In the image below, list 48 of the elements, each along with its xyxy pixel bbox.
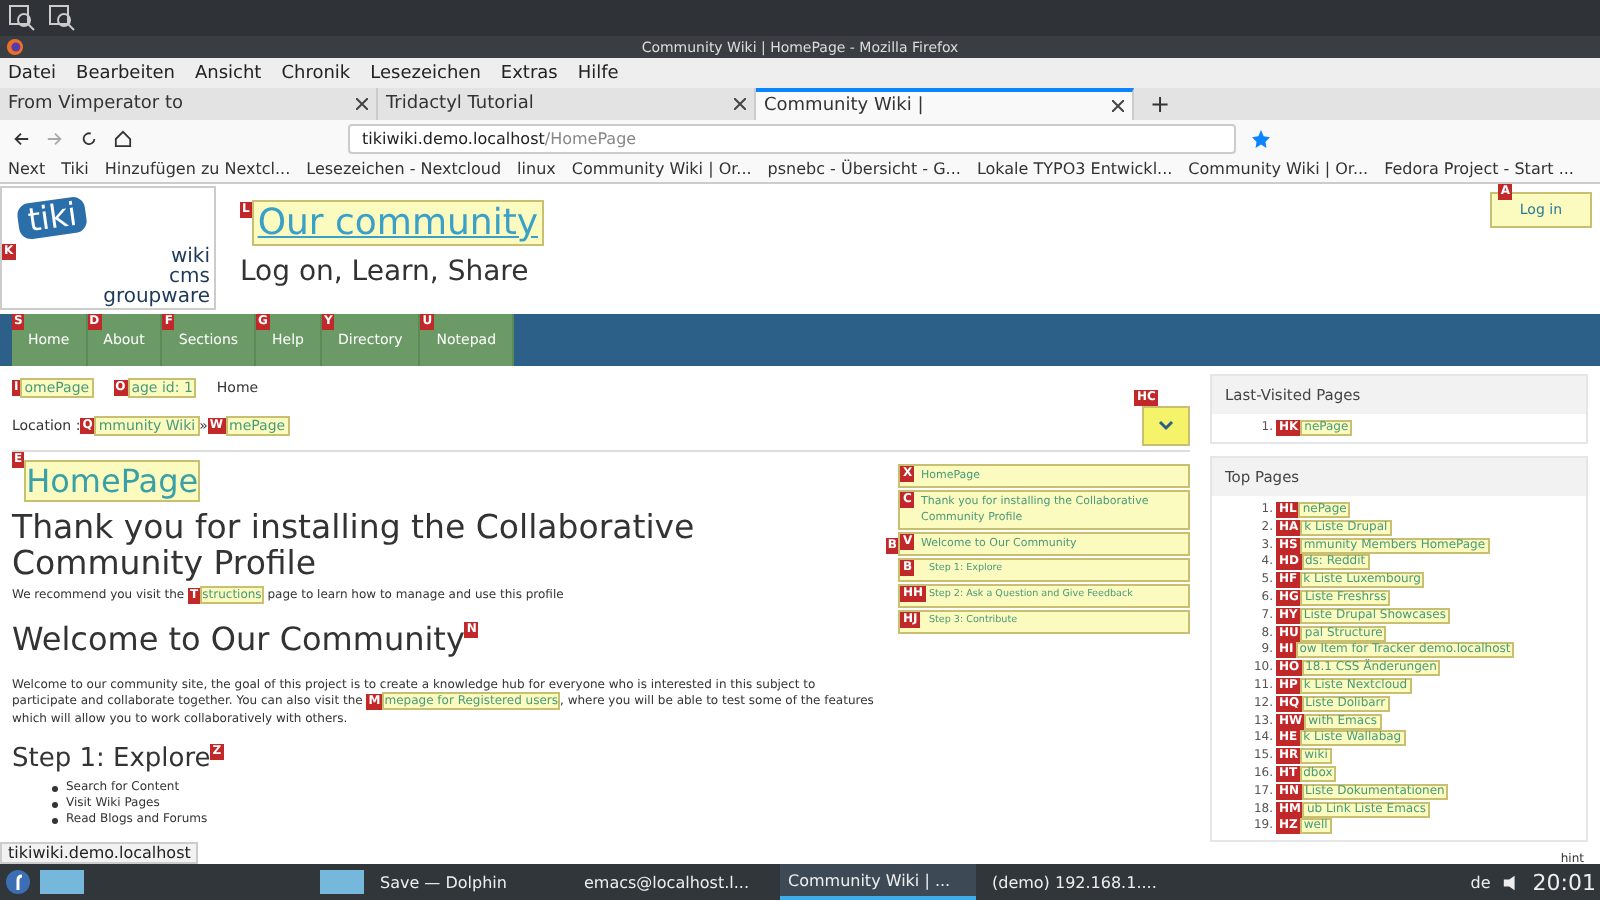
heading: Welcome to Our Community bbox=[12, 619, 465, 657]
volume-icon[interactable] bbox=[1502, 873, 1521, 891]
menu-item[interactable]: Chronik bbox=[281, 63, 351, 83]
bullet-icon bbox=[52, 785, 58, 791]
site-slogan: Log on, Learn, Share bbox=[240, 256, 531, 288]
zoom-icon[interactable] bbox=[8, 4, 36, 32]
taskbar-task[interactable]: Community Wiki | ... bbox=[780, 864, 976, 900]
taskbar-task[interactable]: (demo) 192.168.1.... bbox=[984, 866, 1180, 898]
menu-item[interactable]: Datei bbox=[8, 63, 57, 83]
start-menu-icon[interactable] bbox=[4, 868, 32, 896]
address-field[interactable]: tikiwiki.demo.localhost/HomePage bbox=[348, 123, 1236, 153]
bookmark-item[interactable]: linux bbox=[517, 160, 556, 178]
bookmark-item[interactable]: Lokale TYPO3 Entwickl... bbox=[976, 160, 1173, 178]
clock: 20:01 bbox=[1532, 869, 1596, 895]
bookmark-item[interactable]: Hinzufügen zu Nextcl... bbox=[104, 160, 291, 178]
bullet-icon bbox=[52, 817, 58, 823]
close-icon[interactable] bbox=[734, 98, 746, 110]
chevron-down-icon bbox=[1158, 420, 1175, 432]
status-url: tikiwiki.demo.localhost bbox=[0, 842, 199, 864]
menu-item[interactable]: Hilfe bbox=[577, 63, 619, 83]
zoom-icon[interactable] bbox=[48, 4, 76, 32]
new-tab-button[interactable]: + bbox=[1134, 88, 1187, 120]
reload-icon[interactable] bbox=[80, 129, 98, 147]
close-icon[interactable] bbox=[1112, 100, 1124, 112]
heading: Thank you for installing the Collaborative Community Profile bbox=[12, 510, 697, 582]
close-icon[interactable] bbox=[356, 98, 368, 110]
menu-item[interactable]: Ansicht bbox=[194, 63, 262, 83]
back-icon[interactable] bbox=[12, 129, 30, 147]
bookmark-item[interactable]: psnebc - Übersicht - G... bbox=[767, 160, 961, 178]
bookmark-item[interactable]: Next bbox=[8, 160, 46, 178]
home-icon[interactable] bbox=[114, 129, 132, 147]
bookmark-item[interactable]: Fedora Project - Start ... bbox=[1384, 160, 1574, 178]
heading: Step 1: Explore bbox=[12, 744, 211, 774]
bookmark-item[interactable]: Community Wiki | Or... bbox=[571, 160, 752, 178]
browser-tab[interactable]: Community Wiki | bbox=[756, 88, 1134, 120]
menu-item[interactable]: Extras bbox=[500, 63, 558, 83]
menu-item[interactable]: Bearbeiten bbox=[76, 63, 175, 83]
taskbar-task[interactable]: Save — Dolphin bbox=[372, 866, 568, 898]
bookmark-item[interactable]: Tiki bbox=[61, 160, 89, 178]
taskbar-task[interactable]: emacs@localhost.l... bbox=[576, 866, 772, 898]
menu-item[interactable]: Lesezeichen bbox=[370, 63, 481, 83]
firefox-icon bbox=[6, 38, 24, 56]
keyboard-layout[interactable]: de bbox=[1470, 873, 1491, 891]
bookmark-item[interactable]: Lesezeichen - Nextcloud bbox=[306, 160, 502, 178]
bullet-icon bbox=[52, 801, 58, 807]
page-menu-button[interactable] bbox=[1142, 406, 1191, 446]
star-icon[interactable] bbox=[1252, 129, 1270, 147]
bookmark-item[interactable]: Community Wiki | Or... bbox=[1188, 160, 1369, 178]
